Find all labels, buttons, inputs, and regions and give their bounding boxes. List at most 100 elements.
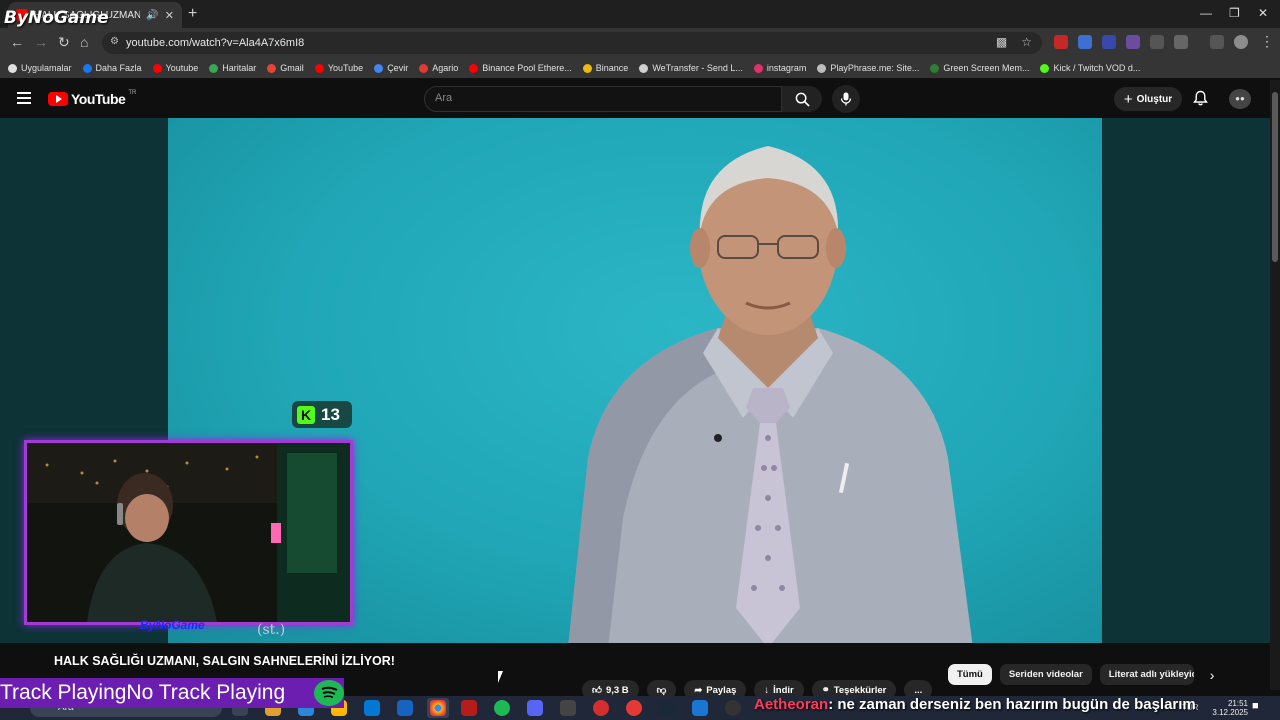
bookmark-item[interactable]: Binance Pool Ethere... [469,63,572,73]
youtube-play-icon [48,92,68,106]
bookmark-item[interactable]: Binance [582,63,629,73]
bookmark-item[interactable]: Daha Fazla [82,63,142,73]
bookmark-favicon-icon [209,63,219,73]
install-app-icon[interactable]: ▩ [996,35,1007,49]
clock-time: 21:51 [1227,699,1248,708]
back-icon[interactable]: ← [10,34,24,50]
bookmark-favicon-icon [639,63,649,73]
browser-tab-bar: HALK SAĞLIĞI UZMANI, SALGIN... 🔊 ✕ + — ❐… [0,0,1280,28]
account-avatar[interactable]: ●● [1229,89,1251,109]
bookmark-item[interactable]: Green Screen Mem... [930,63,1029,73]
address-bar[interactable]: ⚙ youtube.com/watch?v=Ala4A7x6mI8 ▩ ☆ [102,32,1042,54]
extension-new-icon[interactable] [1054,35,1068,49]
spotify-taskbar-icon[interactable] [494,700,510,716]
bookmark-item[interactable]: YouTube [314,63,363,73]
home-icon[interactable]: ⌂ [80,34,88,50]
bookmark-item[interactable]: instagram [753,63,807,73]
search-input[interactable]: Ara [424,86,782,112]
bookmark-label: Haritalar [222,63,257,73]
scrollbar-thumb[interactable] [1272,92,1278,262]
share-icon: ➦ [694,684,703,696]
notification-center-icon[interactable]: ■ [1252,700,1259,712]
menu-icon[interactable] [17,92,31,104]
restore-icon[interactable]: ❐ [1229,6,1240,20]
youtube-logo[interactable]: YouTube TR [48,90,136,107]
discord-icon[interactable] [527,700,543,716]
opera-icon[interactable] [626,700,642,716]
mail-icon[interactable] [397,700,413,716]
more-icon: ... [914,684,923,696]
menu-dots-icon[interactable]: ⋮ [1260,33,1274,50]
chat-username: Aetheoran [754,696,829,713]
battle-net-icon[interactable] [692,700,708,716]
bookmark-item[interactable]: Çevir [374,63,408,73]
app-circle-icon[interactable] [725,700,741,716]
reload-icon[interactable]: ↻ [58,34,70,51]
bookmark-favicon-icon [314,63,324,73]
navigation-bar: ← → ↻ ⌂ ⚙ youtube.com/watch?v=Ala4A7x6mI… [0,28,1280,58]
notifications-bell-icon[interactable] [1193,90,1208,109]
create-button[interactable]: + Oluştur [1114,87,1182,111]
bookmark-label: Uygulamalar [21,63,72,73]
now-playing-banner: Track PlayingNo Track Playing [0,678,344,708]
thanks-label: Teşekkürler [833,684,887,696]
bookmark-label: Binance [595,63,629,73]
bookmark-item[interactable]: Youtube [152,63,198,73]
bookmark-favicon-icon [152,63,162,73]
app-red-icon[interactable] [593,700,609,716]
bookmark-item[interactable]: Uygulamalar [8,63,72,73]
bookmark-label: Gmail [280,63,304,73]
store-icon[interactable] [364,700,380,716]
extensions-puzzle-icon[interactable] [1174,35,1188,49]
voice-search-button[interactable] [832,85,860,113]
chips-next-arrow-icon[interactable]: › [1210,667,1215,683]
bookmark-item[interactable]: Kick / Twitch VOD d... [1040,63,1140,73]
bookmark-label: Agario [432,63,459,73]
search-icon [795,92,810,107]
profile-avatar-icon[interactable] [1234,35,1248,49]
extension-image-icon[interactable] [1150,35,1164,49]
media-control-icon[interactable] [1210,35,1224,49]
speaker-icon[interactable]: 🔊 [146,10,158,21]
youtube-header: YouTube TR Ara + Oluştur ●● [0,80,1280,118]
bookmark-item[interactable]: Agario [419,63,458,73]
bookmark-item[interactable]: WeTransfer - Send L... [639,63,743,73]
bookmark-item[interactable]: Haritalar [209,63,256,73]
kick-icon: K [297,405,315,424]
new-tab-button[interactable]: + [188,5,197,23]
bookmark-favicon-icon [419,63,429,73]
forward-icon[interactable]: → [34,34,48,50]
minimize-icon[interactable]: — [1200,6,1212,20]
spotify-overlay-icon [314,680,344,706]
bookmark-favicon-icon [817,63,827,73]
close-tab-icon[interactable]: ✕ [165,9,174,22]
steam-icon[interactable] [659,700,675,716]
plus-icon: + [1123,90,1133,108]
bookmark-star-icon[interactable]: ☆ [1021,35,1032,49]
download-label: İndir [773,684,794,696]
bookmarks-bar: Uygulamalar Daha Fazla Youtube Haritalar Gma… [0,58,1280,78]
extension-audio-icon[interactable] [1102,35,1116,49]
filter-chip[interactable]: Literat adlı yükleyici [1099,664,1194,685]
chrome-icon[interactable] [430,700,446,716]
search-button[interactable] [782,86,822,112]
video-title: HALK SAĞLIĞI UZMANI, SALGIN SAHNELERİNİ … [54,654,395,668]
url-text: youtube.com/watch?v=Ala4A7x6mI8 [126,37,305,49]
obs-icon[interactable] [560,700,576,716]
bookmark-item[interactable]: PlayPhrase.me: Site... [817,63,919,73]
extension-pen-icon[interactable] [1126,35,1140,49]
bookmark-label: WeTransfer - Send L... [652,63,743,73]
chat-overlay-message: Aetheoran: ne zaman derseniz ben hazırım… [754,696,1196,713]
bookmark-item[interactable]: Gmail [267,63,304,73]
bookmark-label: Çevir [387,63,409,73]
voicemeeter-icon[interactable] [461,700,477,716]
filter-chip[interactable]: Tümü [948,664,992,685]
system-clock[interactable]: 21:51 3.12.2025 [1212,699,1248,717]
filter-chip[interactable]: Seriden videolar [999,664,1092,685]
close-window-icon[interactable]: ✕ [1258,6,1268,20]
share-label: Paylaş [706,684,737,696]
extension-translate-icon[interactable] [1078,35,1092,49]
bookmark-favicon-icon [930,63,940,73]
site-info-icon[interactable]: ⚙ [110,36,119,47]
bookmark-label: instagram [766,63,807,73]
